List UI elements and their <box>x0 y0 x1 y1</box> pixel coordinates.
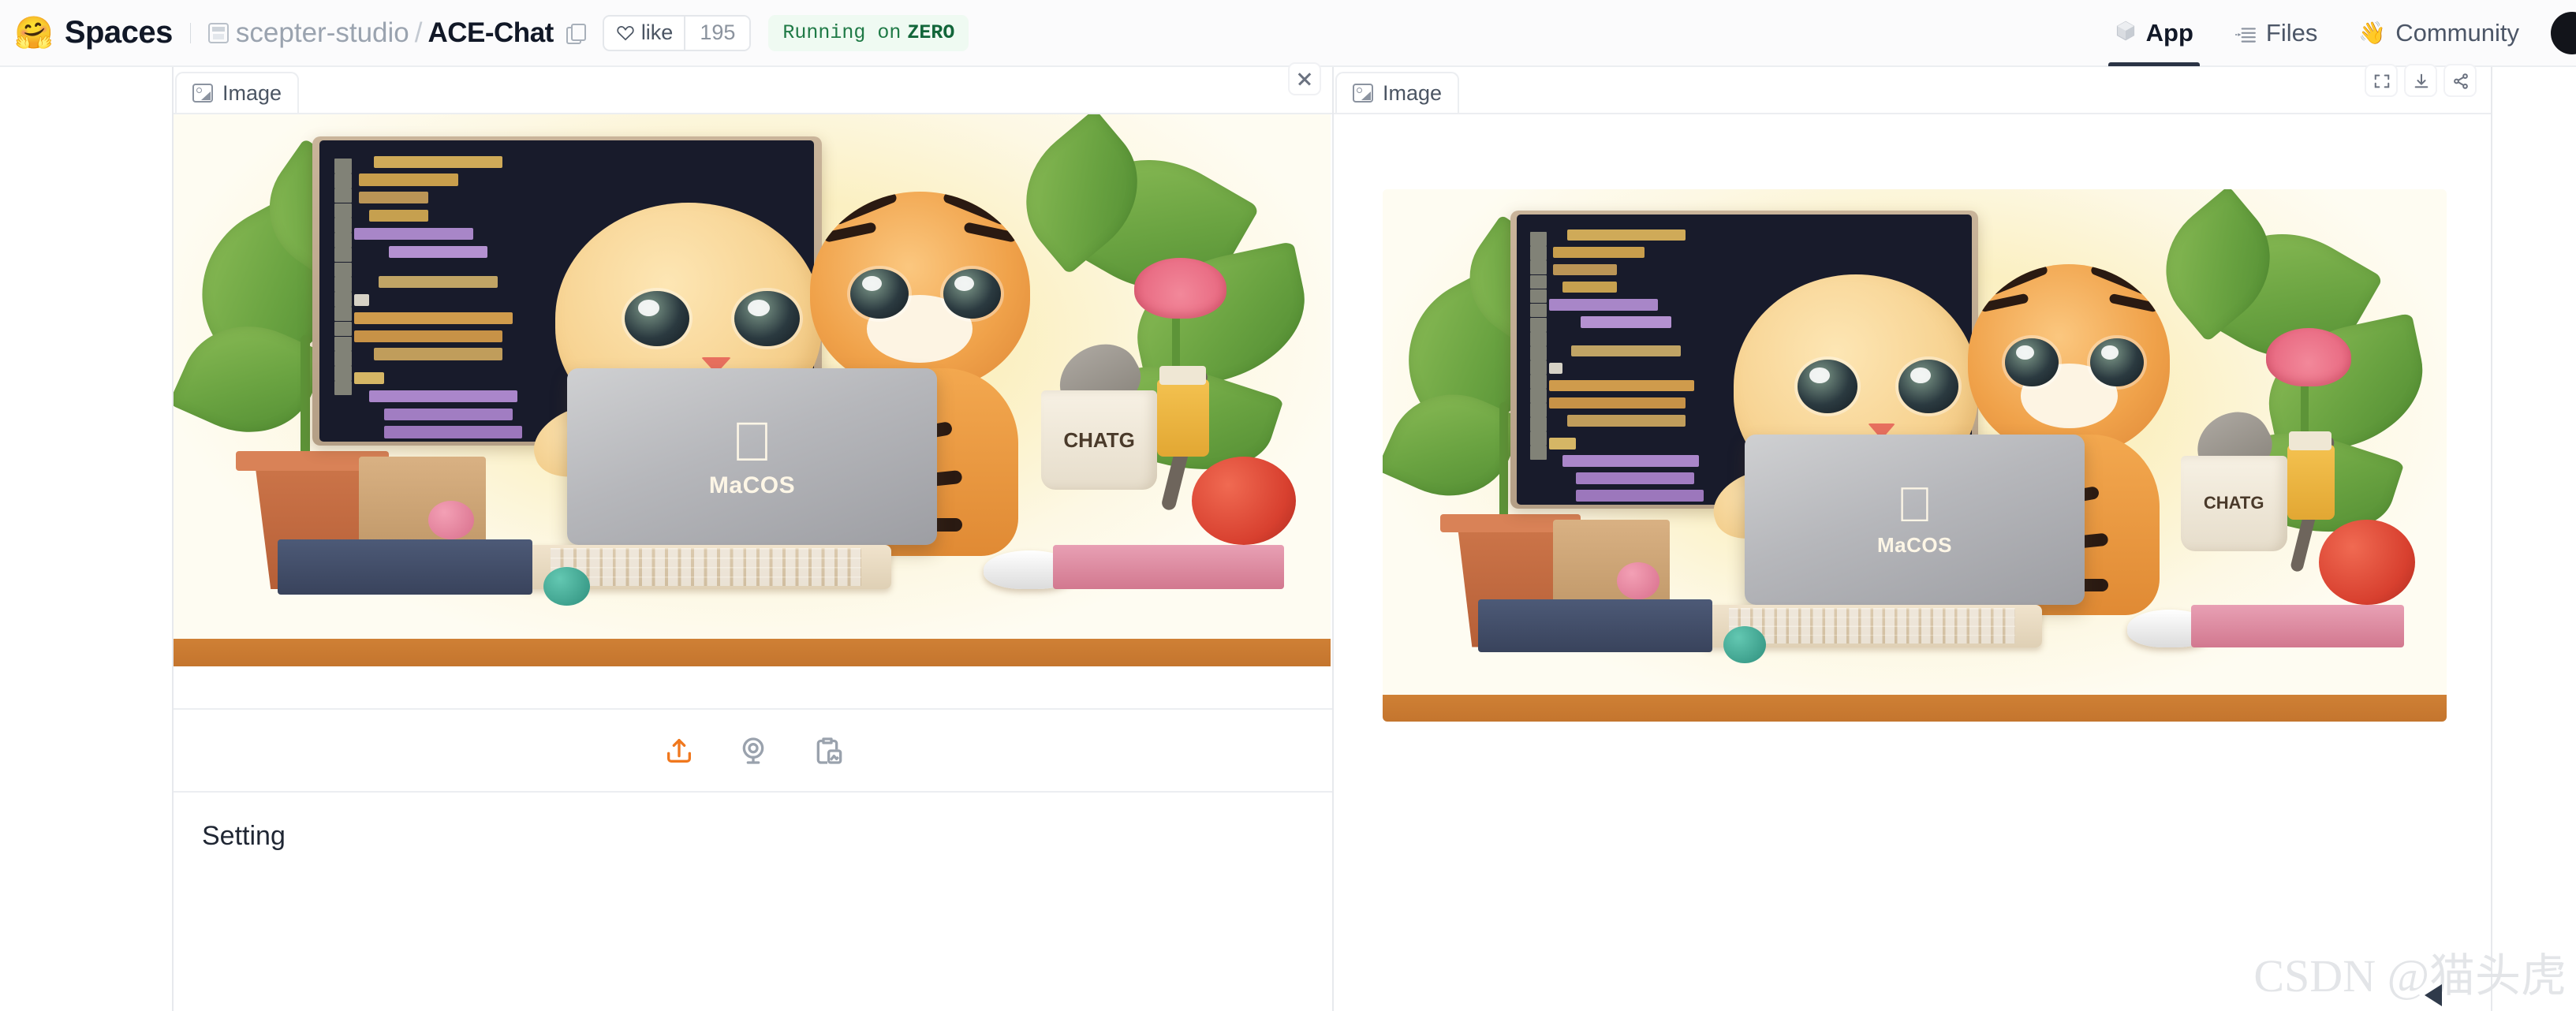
left-image-tab-label: Image <box>222 80 282 105</box>
right-image-tab-label: Image <box>1383 80 1443 105</box>
left-image-tab[interactable]: Image <box>175 72 300 113</box>
left-image-block-header: Image <box>174 62 1332 114</box>
clipboard-image-icon[interactable] <box>812 735 843 767</box>
yarn-ball <box>543 567 591 606</box>
status-badge-hardware: ZERO <box>907 21 955 44</box>
bottle-cap <box>1159 365 1206 385</box>
cat-eye-left <box>625 291 690 346</box>
breadcrumb: scepter-studio / ACE-Chat <box>236 17 554 49</box>
book-stack <box>278 539 532 595</box>
bottle-cap <box>2289 431 2332 450</box>
apple-fruit <box>2319 519 2415 605</box>
tiger-eye-right <box>2090 338 2144 386</box>
pink-flower <box>1133 258 1226 319</box>
apple-fruit <box>1191 457 1296 545</box>
breadcrumb-space-name[interactable]: ACE-Chat <box>427 17 554 49</box>
header-nav-tabs: App Files 👋 Community <box>2094 0 2576 66</box>
wave-hand-icon: 👋 <box>2358 20 2387 45</box>
like-button[interactable]: like <box>604 17 685 50</box>
play-cursor-icon <box>2425 984 2442 1006</box>
output-illustration[interactable]:  MaCOS CHATG <box>1383 189 2447 722</box>
download-icon[interactable] <box>2404 64 2437 97</box>
status-badge-prefix: Running on <box>782 21 902 44</box>
macbook-lid:  MaCOS <box>1744 434 2085 605</box>
illustration-scene:  MaCOS CHATG <box>1383 189 2447 722</box>
breadcrumb-separator: / <box>414 17 423 48</box>
space-repo-icon <box>207 22 229 43</box>
macbook-lid-label: MaCOS <box>1877 533 1952 558</box>
workspace: Image MaCOS CHATG Setting Image MaCOS CH… <box>0 62 2576 1011</box>
yarn-ball <box>427 501 475 539</box>
mug-label: CHATG <box>1063 427 1135 452</box>
desk-edge <box>174 639 1331 666</box>
status-badge: Running on ZERO <box>768 14 969 51</box>
coffee-mug: CHATG <box>2180 455 2287 551</box>
image-icon <box>192 84 213 103</box>
tiger-eye-right <box>943 269 1001 319</box>
header-divider <box>189 22 191 43</box>
cat-eye-right <box>1898 360 1958 413</box>
macbook-lid-label: MaCOS <box>709 472 795 499</box>
cat-eye-right <box>734 291 800 346</box>
tab-community-label: Community <box>2395 18 2519 47</box>
like-button-group: like 195 <box>602 14 752 51</box>
pink-flower <box>2265 327 2351 386</box>
tab-community[interactable]: 👋 Community <box>2338 0 2540 66</box>
mug-label: CHATG <box>2203 493 2264 513</box>
desk-edge <box>1383 695 2447 722</box>
like-count[interactable]: 195 <box>684 16 750 50</box>
right-image-block-header: Image <box>1334 64 2491 114</box>
left-image-canvas[interactable]:  MaCOS CHATG <box>174 114 1332 710</box>
upload-icon[interactable] <box>663 735 695 767</box>
tiger-eye-left <box>850 269 909 319</box>
image-icon <box>1353 84 1373 103</box>
breadcrumb-org[interactable]: scepter-studio <box>236 17 409 49</box>
yarn-ball <box>1723 625 1766 663</box>
tab-app[interactable]: App <box>2094 0 2214 66</box>
tab-app-label: App <box>2145 18 2193 47</box>
code-gutter <box>334 159 352 423</box>
files-list-icon <box>2234 23 2257 43</box>
fullscreen-icon[interactable] <box>2365 64 2398 97</box>
setting-label: Setting <box>202 820 286 851</box>
input-illustration[interactable]:  MaCOS CHATG <box>174 114 1331 666</box>
right-image-tools <box>2365 64 2477 97</box>
left-column: Image MaCOS CHATG Setting <box>172 62 1332 1011</box>
right-image-canvas[interactable]:  MaCOS CHATG <box>1334 114 2491 903</box>
tab-files-label: Files <box>2265 18 2318 47</box>
code-gutter <box>1530 232 1547 487</box>
yarn-ball <box>1616 561 1659 599</box>
setting-section[interactable]: Setting <box>174 793 1332 879</box>
left-image-toolbar <box>174 710 1332 793</box>
copy-icon[interactable] <box>566 23 586 44</box>
app-header: 🤗 Spaces scepter-studio / ACE-Chat like … <box>0 0 2576 67</box>
book-stack <box>2191 604 2405 647</box>
tiger-eye-left <box>2005 338 2059 386</box>
share-icon[interactable] <box>2443 64 2477 97</box>
close-icon[interactable] <box>1288 62 1321 95</box>
right-image-tab[interactable]: Image <box>1335 72 1460 113</box>
tab-files[interactable]: Files <box>2214 0 2338 66</box>
header-left-group: 🤗 Spaces scepter-studio / ACE-Chat like … <box>0 14 969 51</box>
webcam-icon[interactable] <box>737 735 769 767</box>
right-column: Image MaCOS CHATG <box>1332 64 2492 1011</box>
apple-logo-icon:  <box>731 414 773 469</box>
like-label: like <box>640 21 674 44</box>
book-stack <box>1052 545 1285 589</box>
heart-icon <box>617 25 634 41</box>
avatar[interactable] <box>2551 11 2576 54</box>
coffee-mug: CHATG <box>1041 390 1157 490</box>
apple-logo-icon:  <box>1896 481 1933 530</box>
book-stack <box>1478 599 1713 653</box>
cat-eye-left <box>1798 360 1857 413</box>
brand-label[interactable]: Spaces <box>65 15 174 50</box>
bottle <box>2287 445 2335 520</box>
huggingface-logo-icon[interactable]: 🤗 <box>14 17 54 49</box>
cube-icon <box>2115 20 2137 46</box>
macbook-lid:  MaCOS <box>566 368 938 545</box>
illustration-scene:  MaCOS CHATG <box>174 114 1331 666</box>
bottle <box>1156 379 1209 457</box>
